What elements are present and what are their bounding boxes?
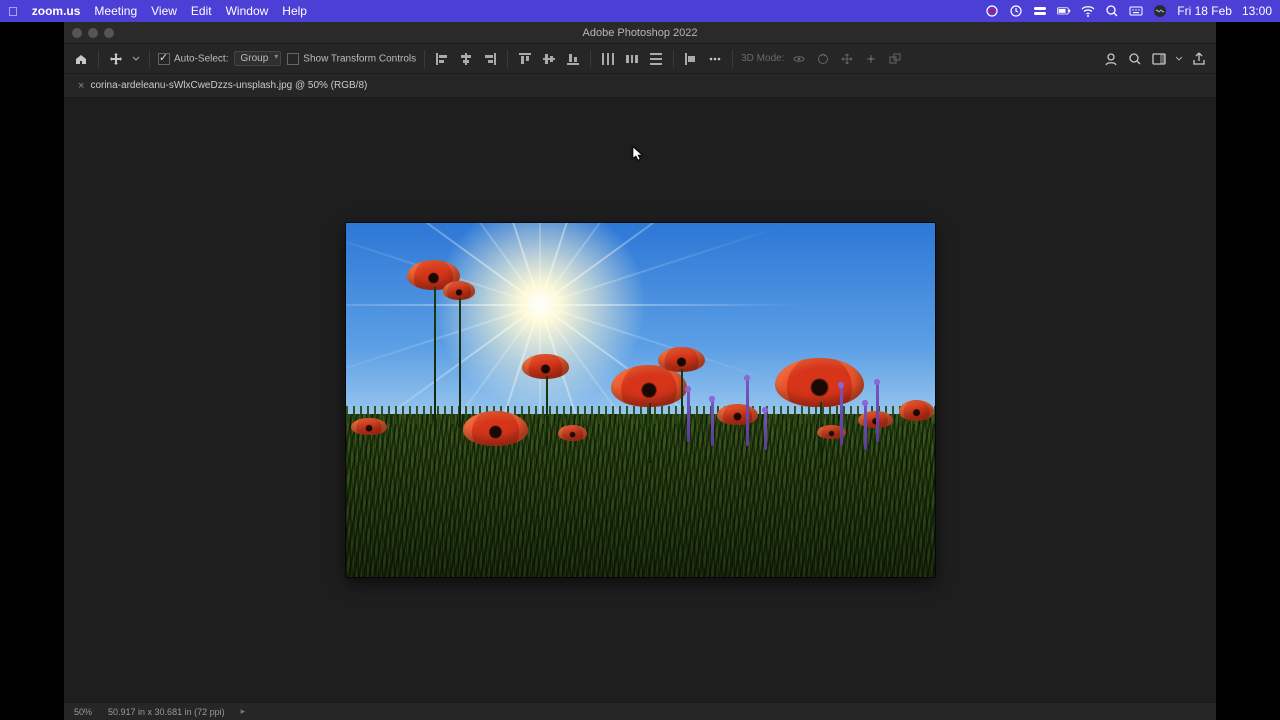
keyboard-input-icon[interactable] [1129,4,1143,18]
photoshop-window: Adobe Photoshop 2022 Auto-Select: Group … [64,22,1216,720]
align-right-edges-button[interactable] [481,50,499,68]
document-canvas[interactable] [346,223,935,577]
3d-scale-button [886,50,904,68]
move-tool-icon[interactable] [107,50,125,68]
menubar-item-help[interactable]: Help [282,4,307,18]
invite-to-edit-button[interactable] [1102,50,1120,68]
menubar-item-window[interactable]: Window [226,4,269,18]
menubar-item-meeting[interactable]: Meeting [94,4,137,18]
auto-select-mode-dropdown[interactable]: Group [234,51,281,66]
image-grass [346,414,935,577]
apple-menu-icon[interactable]:  [8,4,18,19]
zoom-level[interactable]: 50% [74,707,92,717]
align-left-edges-button[interactable] [433,50,451,68]
show-transform-label: Show Transform Controls [303,53,416,64]
distribute-vertical-button[interactable] [647,50,665,68]
battery-icon[interactable] [1057,4,1071,18]
home-button[interactable] [72,50,90,68]
document-info[interactable]: 50.917 in x 30.681 in (72 ppi) [108,707,225,717]
menubar-app-name[interactable]: zoom.us [32,4,81,18]
document-tab-bar: × corina-ardeleanu-sWlxCweDzzs-unsplash.… [64,74,1216,98]
align-horizontal-centers-button[interactable] [457,50,475,68]
mouse-cursor [632,146,644,162]
menubar-date[interactable]: Fri 18 Feb [1177,4,1232,18]
siri-icon[interactable] [1153,4,1167,18]
status-bar: 50% 50.917 in x 30.681 in (72 ppi) ▸ [64,702,1216,720]
spotlight-icon[interactable] [1105,4,1119,18]
window-title: Adobe Photoshop 2022 [583,27,698,39]
distribute-spacing-button[interactable] [623,50,641,68]
document-tab-label: corina-ardeleanu-sWlxCweDzzs-unsplash.jp… [90,80,367,91]
menubar-time[interactable]: 13:00 [1242,4,1272,18]
distribute-horizontal-button[interactable] [599,50,617,68]
show-transform-checkbox[interactable]: Show Transform Controls [287,53,416,65]
menubar-status-icon[interactable] [1009,4,1023,18]
macos-menubar:  zoom.us Meeting View Edit Window Help … [0,0,1280,22]
more-options-button[interactable] [706,50,724,68]
auto-select-checkbox[interactable]: Auto-Select: [158,53,228,65]
workspace-switcher-dropdown[interactable] [1174,50,1184,68]
image-sun-rays [540,304,542,306]
tool-preset-dropdown[interactable] [131,50,141,68]
3d-mode-label: 3D Mode: [741,53,784,64]
share-button[interactable] [1190,50,1208,68]
3d-roll-button [814,50,832,68]
document-tab[interactable]: × corina-ardeleanu-sWlxCweDzzs-unsplash.… [70,74,375,97]
menubar-status-icon[interactable] [985,4,999,18]
options-bar: Auto-Select: Group Show Transform Contro… [64,44,1216,74]
wifi-icon[interactable] [1081,4,1095,18]
3d-slide-button [862,50,880,68]
window-titlebar: Adobe Photoshop 2022 [64,22,1216,44]
canvas-area[interactable] [64,98,1216,702]
control-center-icon[interactable] [1033,4,1047,18]
close-tab-icon[interactable]: × [78,80,84,92]
align-to-dropdown[interactable] [682,50,700,68]
search-button[interactable] [1126,50,1144,68]
align-top-edges-button[interactable] [516,50,534,68]
auto-select-label: Auto-Select: [174,53,228,64]
traffic-light-close[interactable] [72,28,82,38]
traffic-light-minimize[interactable] [88,28,98,38]
menubar-item-edit[interactable]: Edit [191,4,212,18]
3d-pan-button [838,50,856,68]
align-bottom-edges-button[interactable] [564,50,582,68]
traffic-light-zoom[interactable] [104,28,114,38]
3d-orbit-button [790,50,808,68]
document-info-flyout-icon[interactable]: ▸ [241,706,246,717]
align-vertical-centers-button[interactable] [540,50,558,68]
menubar-item-view[interactable]: View [151,4,177,18]
workspace-switcher-button[interactable] [1150,50,1168,68]
